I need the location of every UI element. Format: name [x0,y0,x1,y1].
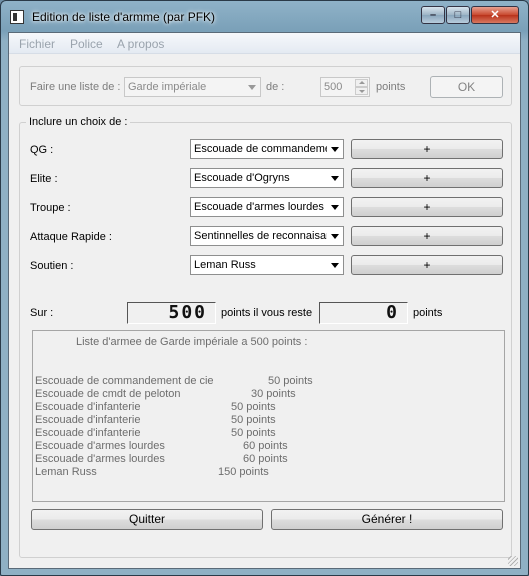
points-suffix-label: points [413,307,443,319]
main-window: Edition de liste d'armme (par PFK) – □ ✕… [0,0,529,576]
list-item-points: 50 points [268,375,313,387]
total-points-display: 500 [127,302,216,324]
points-spinbox-value: 500 [324,81,343,93]
list-of-label: Faire une liste de : [30,81,121,93]
app-icon [10,10,24,24]
row-label-troupe: Troupe : [30,202,71,214]
list-item-points: 30 points [251,388,296,400]
chevron-down-icon [248,85,256,90]
army-select-value: Garde impériale [128,81,207,93]
points-spinbox[interactable]: 500 [320,77,370,97]
add-attaque-rapide-button[interactable]: + [351,226,503,246]
list-item-points: 150 points [218,466,269,478]
row-label-attaque-rapide: Attaque Rapide : [30,231,112,243]
list-item-name: Escouade de commandement de cie [35,375,214,387]
quit-button[interactable]: Quitter [31,509,263,530]
list-item-name: Escouade d'infanterie [35,414,141,426]
list-item-points: 50 points [231,414,276,426]
army-list-header: Liste d'armee de Garde impériale a 500 p… [76,336,308,348]
generate-button[interactable]: Générer ! [271,509,503,530]
menu-bar: Fichier Police A propos [9,33,520,54]
list-item-points: 60 points [243,453,288,465]
resize-grip-icon[interactable] [508,556,518,566]
points-label: points [376,81,406,93]
row-label-elite: Elite : [30,173,58,185]
army-select[interactable]: Garde impériale [124,77,261,97]
maximize-button[interactable]: □ [446,6,470,24]
title-bar[interactable]: Edition de liste d'armme (par PFK) – □ ✕ [1,1,528,31]
select-qg-value: Escouade de commandement [194,143,327,155]
chevron-down-icon [331,147,339,152]
remaining-points-display: 0 [319,302,408,324]
add-qg-button[interactable]: + [351,139,503,159]
list-item-name: Escouade d'infanterie [35,427,141,439]
menu-fichier[interactable]: Fichier [19,37,55,51]
chevron-down-icon [331,176,339,181]
list-item-points: 50 points [231,401,276,413]
list-item-name: Leman Russ [35,466,97,478]
minimize-button[interactable]: – [421,6,445,24]
add-soutien-button[interactable]: + [351,255,503,275]
list-item-name: Escouade d'infanterie [35,401,141,413]
select-troupe[interactable]: Escouade d'armes lourdes [190,197,344,217]
menu-police[interactable]: Police [70,37,103,51]
window-title: Edition de liste d'armme (par PFK) [32,10,216,24]
select-troupe-value: Escouade d'armes lourdes [194,201,324,213]
select-attaque-rapide[interactable]: Sentinnelles de reconnaisance [190,226,344,246]
client-area: Fichier Police A propos Faire une liste … [8,32,521,569]
de-label: de : [266,81,285,93]
select-soutien[interactable]: Leman Russ [190,255,344,275]
list-item-name: Escouade de cmdt de peloton [35,388,181,400]
select-attaque-rapide-value: Sentinnelles de reconnaisance [194,230,327,242]
select-soutien-value: Leman Russ [194,259,256,271]
ok-button[interactable]: OK [430,76,503,98]
close-button[interactable]: ✕ [471,6,519,24]
list-item-name: Escouade d'armes lourdes [35,440,165,452]
select-elite[interactable]: Escouade d'Ogryns [190,168,344,188]
remaining-label: points il vous reste [221,307,313,319]
list-item-points: 50 points [231,427,276,439]
select-elite-value: Escouade d'Ogryns [194,172,290,184]
choices-group-title: Inclure un choix de : [26,116,131,128]
menu-a-propos[interactable]: A propos [117,37,164,51]
spin-up-icon[interactable] [355,79,368,87]
select-qg[interactable]: Escouade de commandement [190,139,344,159]
add-troupe-button[interactable]: + [351,197,503,217]
chevron-down-icon [331,263,339,268]
army-list-output[interactable]: Liste d'armee de Garde impériale a 500 p… [32,330,505,502]
add-elite-button[interactable]: + [351,168,503,188]
list-item-points: 60 points [243,440,288,452]
list-item-name: Escouade d'armes lourdes [35,453,165,465]
spin-down-icon[interactable] [355,87,368,95]
row-label-qg: QG : [30,144,54,156]
chevron-down-icon [331,205,339,210]
sur-label: Sur : [30,307,54,319]
chevron-down-icon [331,234,339,239]
row-label-soutien: Soutien : [30,260,74,272]
